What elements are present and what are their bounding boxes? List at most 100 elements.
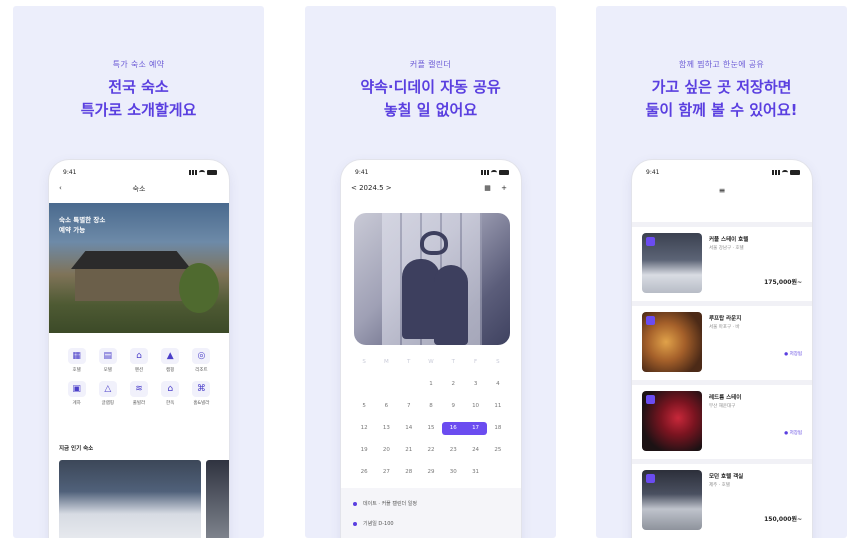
calendar-day[interactable]: 7 [398,400,420,413]
calendar-day[interactable]: 26 [353,466,375,479]
calendar-day[interactable]: 8 [420,400,442,413]
calendar-day[interactable]: 19 [353,444,375,457]
calendar-day[interactable]: 16 [442,422,465,435]
panel-kicker: 특가 숙소 예약 [112,60,165,69]
calendar-day[interactable]: 9 [442,400,464,413]
calendar-day[interactable]: 12 [353,422,375,435]
photo-person [434,265,468,345]
calendar-day[interactable]: 2 [442,378,464,391]
calendar-actions[interactable]: ▦ + [484,184,511,192]
weekday-label: S [496,359,500,365]
saved-place-card[interactable]: 커플 스테이 호텔 서울 강남구 · 호텔 175,000원~ [632,222,812,296]
category-label: 호텔 [72,368,81,373]
panel-headline: 전국 숙소 특가로 소개할게요 [13,76,264,122]
category-label: 풀빌라 [132,401,146,406]
calendar-day[interactable]: 11 [487,400,509,413]
headline-line-2: 둘이 함께 볼 수 있어요! [645,101,798,119]
hero-roof [71,251,191,269]
category-item[interactable]: ▤ 모텔 [92,348,123,373]
calendar-day[interactable]: 31 [464,466,486,479]
calendar-day[interactable]: 28 [398,466,420,479]
weekday-label: S [362,359,366,365]
category-label: 리조트 [195,368,208,373]
event-item[interactable]: 데이트 · 커플 캘린더 일정 [353,500,417,507]
listing-thumbnail[interactable] [59,460,201,538]
status-time: 9:41 [646,168,660,176]
category-item[interactable]: △ 글램핑 [92,381,123,406]
hero-caption-line-1: 숙소 특별한 장소 [59,216,106,224]
glamping-icon: △ [98,381,117,397]
status-time: 9:41 [355,168,369,176]
bookmark-icon[interactable] [646,316,655,325]
calendar-day[interactable]: 18 [487,422,509,435]
category-item[interactable]: ⌘ 홈&빌라 [186,381,217,406]
menu-icon[interactable]: ≡ [632,186,812,195]
place-price: 175,000원~ [764,279,802,286]
category-item[interactable]: ▣ 게하 [61,381,92,406]
hotel-icon: ▦ [67,348,86,364]
event-item[interactable]: 기념일 D-100 [353,520,394,527]
promo-panel-3: 함께 찜하고 한눈에 공유 가고 싶은 곳 저장하면 둘이 함께 볼 수 있어요… [596,6,847,538]
motel-icon: ▤ [98,348,117,364]
calendar-nav: < 2024.5 > ▦ + [351,184,511,196]
calendar-day[interactable]: 25 [487,444,509,457]
calendar-day[interactable]: 15 [420,422,442,435]
month-selector[interactable]: < 2024.5 > [351,184,392,192]
calendar-day [398,378,420,391]
calendar-day[interactable]: 1 [420,378,442,391]
couple-photo[interactable] [354,213,510,345]
panel-headline: 가고 싶은 곳 저장하면 둘이 함께 볼 수 있어요! [596,76,847,122]
home-villa-icon: ⌘ [192,381,211,397]
calendar-day[interactable]: 5 [353,400,375,413]
category-item[interactable]: ▦ 호텔 [61,348,92,373]
category-label: 한옥 [166,401,175,406]
panel-headline: 약속·디데이 자동 공유 놓칠 일 없어요 [305,76,556,122]
wifi-icon [199,169,205,175]
calendar-day[interactable]: 6 [375,400,397,413]
headline-line-2: 특가로 소개할게요 [80,101,197,119]
calendar-day[interactable]: 21 [398,444,420,457]
calendar-day[interactable]: 4 [487,378,509,391]
saved-place-card[interactable]: 루프탑 라운지 서울 마포구 · 바 ● 저장됨 [632,301,812,375]
headline-line-1: 가고 싶은 곳 저장하면 [651,78,792,96]
calendar-day[interactable]: 30 [442,466,464,479]
category-item[interactable]: ≋ 풀빌라 [123,381,154,406]
weekday-label: F [473,359,478,365]
calendar-day[interactable]: 20 [375,444,397,457]
calendar-day[interactable]: 14 [398,422,420,435]
phone-mockup: 9:41 ≡ 커플 스테이 호텔 서울 강남구 · 호텔 175,000원~ 루… [632,160,812,538]
headline-line-2: 놓칠 일 없어요 [383,101,478,119]
calendar-day[interactable]: 17 [464,422,487,435]
place-name: 커플 스테이 호텔 [709,237,749,243]
promo-panel-2: 커플 캘린더 약속·디데이 자동 공유 놓칠 일 없어요 9:41 < 2024… [305,6,556,538]
calendar-day[interactable]: 3 [464,378,486,391]
nav-bar: ‹ 숙소 [59,184,219,196]
hero-image[interactable]: 숙소 특별한 장소 예약 가능 [49,203,229,333]
event-label: 데이트 · 커플 캘린더 일정 [363,501,417,507]
category-label: 모텔 [103,368,112,373]
bookmark-icon[interactable] [646,237,655,246]
place-location: 서울 강남구 · 호텔 [709,246,744,251]
weekday-label: W [428,359,434,365]
bookmark-icon[interactable] [646,395,655,404]
category-item[interactable]: ◎ 리조트 [186,348,217,373]
status-time: 9:41 [63,168,77,176]
panel-kicker: 함께 찜하고 한눈에 공유 [678,60,765,69]
saved-place-card[interactable]: 모던 호텔 객실 제주 · 호텔 150,000원~ [632,459,812,533]
event-list: 데이트 · 커플 캘린더 일정 기념일 D-100 [341,488,521,538]
calendar-day[interactable]: 22 [420,444,442,457]
event-dot-icon [353,501,357,506]
category-item[interactable]: ⌂ 펜션 [123,348,154,373]
calendar-day[interactable]: 29 [420,466,442,479]
calendar-day[interactable]: 13 [375,422,397,435]
calendar-day[interactable]: 23 [442,444,464,457]
saved-place-card[interactable]: 레드룸 스테이 부산 해운대구 ● 저장됨 [632,380,812,454]
calendar-day[interactable]: 10 [464,400,486,413]
category-item[interactable]: ▲ 캠핑 [155,348,186,373]
calendar-day[interactable]: 24 [464,444,486,457]
calendar-day[interactable]: 27 [375,466,397,479]
category-item[interactable]: ⌂ 한옥 [155,381,186,406]
category-label: 펜션 [134,368,144,373]
bookmark-icon[interactable] [646,474,655,483]
listing-thumbnail[interactable] [206,460,229,538]
